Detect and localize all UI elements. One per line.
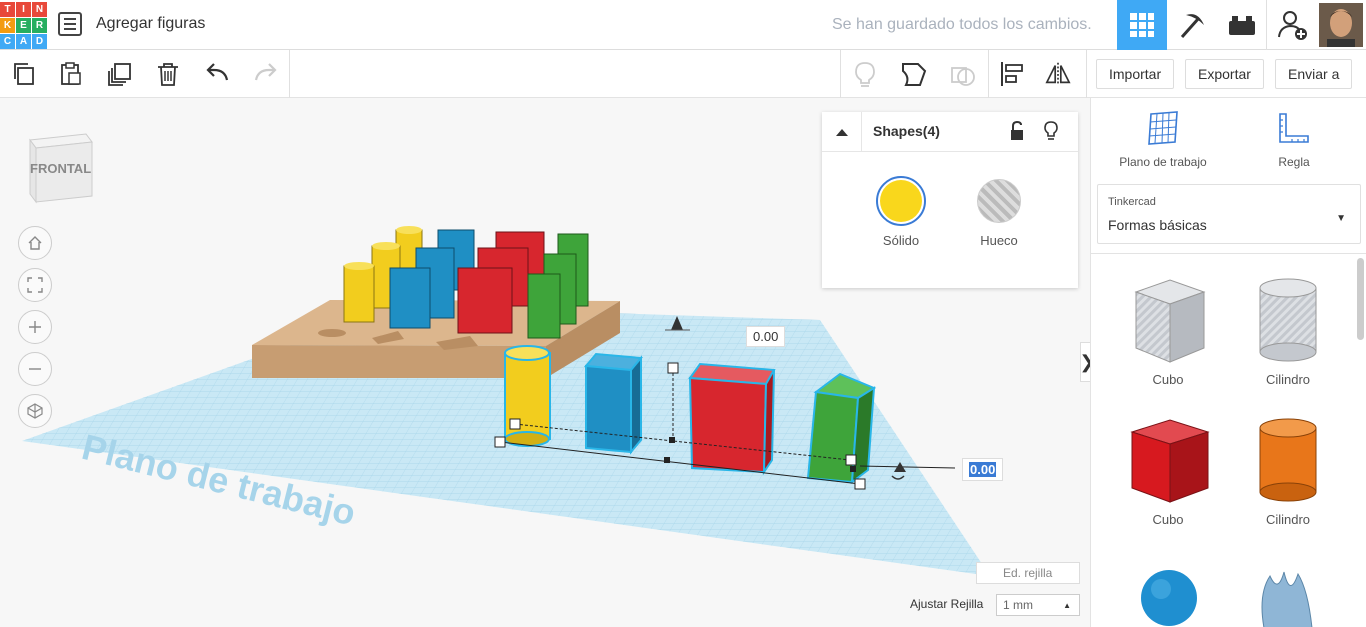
avatar[interactable] [1316,0,1366,50]
red-box[interactable] [688,362,776,476]
snap-grid-select[interactable]: 1 mm ▲ [996,594,1080,616]
shape-label: Cubo [1152,372,1184,387]
project-title[interactable]: Agregar figuras [96,15,205,33]
send-to-button[interactable]: Enviar a [1275,59,1353,89]
copy-icon[interactable] [10,60,38,88]
height-dimension[interactable]: 0.00 [746,326,786,347]
position-dimension-value: 0.00 [969,462,997,477]
cube-icon [1134,279,1206,363]
perspective-icon[interactable] [18,394,52,428]
cylinder-icon [1259,418,1317,502]
inspector-title: Shapes(4) [873,123,940,139]
undo-icon[interactable] [204,60,232,88]
mirror-icon[interactable] [1044,60,1072,88]
logo-letter: R [32,18,47,33]
corner-handle[interactable] [854,478,866,490]
library-category: Tinkercad [1108,196,1156,208]
shape-tile-cylinder-orange[interactable]: Cilindro [1228,414,1348,534]
add-user-icon[interactable] [1267,0,1317,50]
list-icon[interactable] [58,12,82,36]
shape-inspector: Shapes(4) Sólido Hueco [822,112,1078,288]
shape-tile-sphere[interactable] [1108,554,1228,627]
snap-grid-label: Ajustar Rejilla [910,597,984,611]
bricks-icon[interactable] [1217,0,1267,50]
shape-tile-cube-red[interactable]: Cubo [1108,414,1228,534]
export-button[interactable]: Exportar [1185,59,1264,89]
group-icon[interactable] [949,60,977,88]
ruler-label: Regla [1278,155,1310,169]
view-cube-label: FRONTAL [30,161,92,176]
hole-label: Hueco [980,233,1018,248]
solid-color-button[interactable] [876,176,926,226]
solid-label: Sólido [882,233,920,248]
library-name: Formas básicas [1108,217,1207,233]
redo-icon[interactable] [251,60,279,88]
logo-letter: K [0,18,15,33]
shape-outline-icon[interactable] [900,60,928,88]
logo-letter: I [16,2,31,17]
height-handle[interactable] [667,362,679,374]
shape-library-select[interactable]: Tinkercad Formas básicas ▼ [1097,184,1361,244]
view-cube[interactable]: FRONTAL [26,130,96,206]
edit-grid-button[interactable]: Ed. rejilla [976,562,1080,584]
logo-letter: C [0,34,15,49]
import-button[interactable]: Importar [1096,59,1175,89]
home-view-icon[interactable] [18,226,52,260]
shape-tile-cylinder-gray[interactable]: Cilindro [1228,274,1348,394]
caret-up-icon: ▲ [1063,601,1071,610]
grid-view-icon[interactable] [1117,0,1167,50]
shape-tile-scribble[interactable] [1228,554,1348,627]
shape-tile-cube-gray[interactable]: Cubo [1108,274,1228,394]
tinkercad-logo[interactable]: TIN KER CAD [0,2,47,49]
paste-icon[interactable] [57,60,85,88]
logo-letter: T [0,2,15,17]
logo-letter: A [16,34,31,49]
logo-letter: E [16,18,31,33]
align-icon[interactable] [998,60,1026,88]
lock-icon[interactable] [1008,120,1026,147]
sphere-icon [1141,570,1197,626]
position-dimension-input[interactable]: 0.00 [962,458,1004,481]
logo-letter: N [32,2,47,17]
lightbulb-icon[interactable] [1042,120,1060,147]
snap-grid-value: 1 mm [1003,598,1033,612]
hole-button[interactable] [977,179,1021,223]
zoom-in-icon[interactable] [18,310,52,344]
chevron-right-icon[interactable]: ❯ [1079,342,1090,382]
top-bar: TIN KER CAD Agregar figuras Se han guardad… [0,0,1366,50]
corner-handle[interactable] [509,418,521,430]
shape-label: Cilindro [1265,512,1311,527]
delete-icon[interactable] [154,60,182,88]
corner-handle[interactable] [845,454,857,466]
ruler-icon [1279,113,1309,143]
shape-label: Cubo [1152,512,1184,527]
lightbulb-icon[interactable] [851,60,879,88]
yellow-cylinder[interactable] [504,345,551,447]
workplane-icon [1148,111,1178,145]
logo-letter: D [32,34,47,49]
shapes-panel: Plano de trabajo Regla Tinkercad Formas … [1090,98,1366,627]
save-status: Se han guardado todos los cambios. [832,16,1092,33]
chevron-down-icon: ▼ [1336,213,1346,224]
cylinder-icon [1259,278,1317,362]
cube-icon [1130,419,1210,503]
corner-handle[interactable] [494,436,506,448]
collapse-icon[interactable] [822,112,862,152]
fit-view-icon[interactable] [18,268,52,302]
blue-box[interactable] [584,352,643,455]
zoom-out-icon[interactable] [18,352,52,386]
scrollbar-thumb[interactable] [1357,258,1364,340]
scribble-icon [1261,571,1313,627]
workplane-label: Plano de trabajo [1119,155,1207,169]
shape-label: Cilindro [1265,372,1311,387]
edit-toolbar: Importar Exportar Enviar a [0,50,1366,98]
workplane-tool[interactable]: Plano de trabajo [1117,110,1209,169]
pickaxe-icon[interactable] [1167,0,1217,50]
ruler-tool[interactable]: Regla [1249,110,1339,169]
duplicate-icon[interactable] [106,60,134,88]
